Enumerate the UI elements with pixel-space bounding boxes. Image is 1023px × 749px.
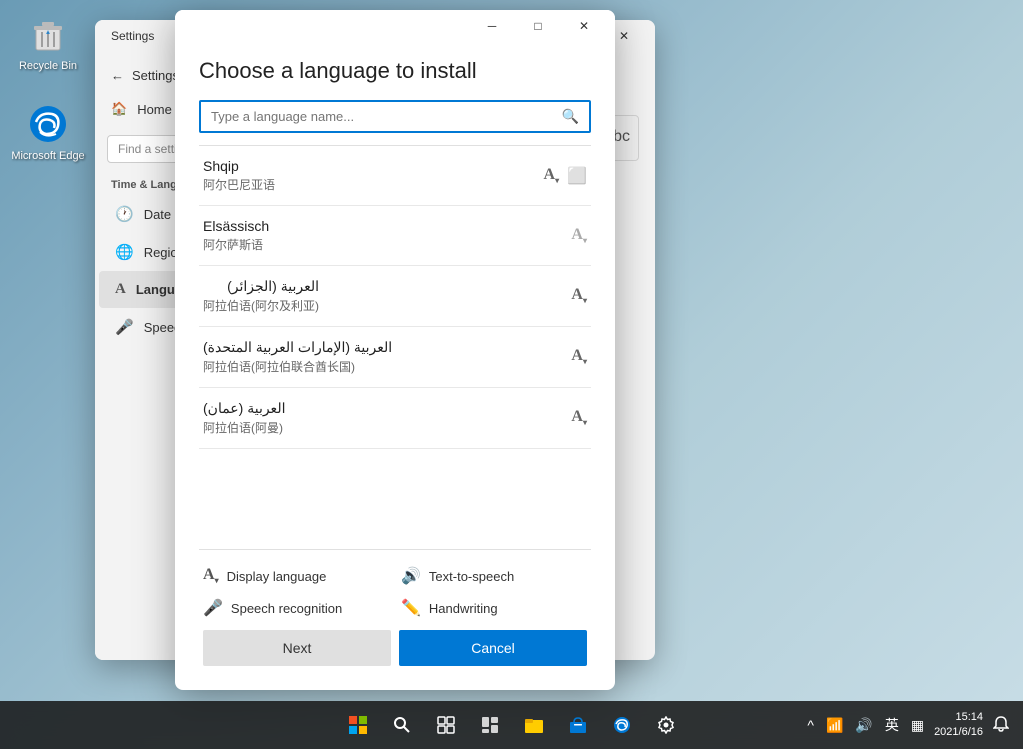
lang-indicator[interactable]: 英 [881,711,903,739]
lang-dialog-buttons: Next Cancel [199,630,591,674]
lang-item-info-elsassisch: Elsässisch 阿尔萨斯语 [203,218,269,253]
explorer-button[interactable] [514,705,554,745]
lang-close-button[interactable]: ✕ [561,10,607,42]
lang-native-arabic-algeria: 阿拉伯语(阿尔及利亚) [203,297,319,314]
lang-name-arabic-algeria: العربية (الجزائر) [203,278,319,295]
system-tray: ^ 📶 🔊 英 ▦ [803,711,928,739]
lang-item-shqip[interactable]: Shqip 阿尔巴尼亚语 A▾ ⬜ [199,146,591,206]
lang-dialog-content: Choose a language to install 🔍 Shqip 阿尔巴… [175,42,615,690]
lang-item-elsassisch[interactable]: Elsässisch 阿尔萨斯语 A▾ [199,206,591,266]
task-view-button[interactable] [426,705,466,745]
lang-icons-arabic-uae: A▾ [571,347,587,366]
time-display: 15:14 [934,710,983,725]
speech-icon: 🎤 [115,318,134,336]
taskbar: ^ 📶 🔊 英 ▦ 15:14 2021/6/16 [0,701,1023,749]
next-button[interactable]: Next [203,630,391,666]
lang-name-shqip: Shqip [203,158,275,174]
display-lang-icon-shqip: A▾ [544,166,560,186]
tts-label: Text-to-speech [429,569,514,584]
feature-display-language: A▾ Display language [203,566,389,586]
tray-expand-icon[interactable]: ^ [803,713,818,737]
taskbar-center [338,705,686,745]
lang-icons-elsassisch: A▾ [571,226,587,245]
desktop: Recycle Bin Microsoft Edge Settings ─ □ … [0,0,1023,749]
recycle-bin-icon[interactable]: Recycle Bin [8,10,88,72]
lang-name-arabic-oman: العربية (عمان) [203,400,285,417]
lang-search-box[interactable]: 🔍 [199,100,591,133]
handwriting-feature-icon: ✏️ [401,598,421,618]
back-label: Settings [132,68,179,83]
language-icon: A [115,281,126,298]
search-button[interactable] [382,705,422,745]
lang-icons-arabic-oman: A▾ [571,408,587,427]
tts-icon: 🔊 [401,566,421,586]
lang-maximize-button[interactable]: □ [515,10,561,42]
lang-name-elsassisch: Elsässisch [203,218,269,234]
lang-search-input[interactable] [211,109,562,124]
speech-recognition-label: Speech recognition [231,601,342,616]
start-button[interactable] [338,705,378,745]
feature-text-to-speech: 🔊 Text-to-speech [401,566,587,586]
lang-minimize-button[interactable]: ─ [469,10,515,42]
ime-icon[interactable]: ▦ [907,713,928,738]
feature-handwriting: ✏️ Handwriting [401,598,587,618]
display-lang-icon-arabic-algeria: A▾ [571,286,587,305]
lang-native-arabic-oman: 阿拉伯语(阿曼) [203,419,285,436]
edge-image [24,100,72,148]
language-install-dialog: ─ □ ✕ Choose a language to install 🔍 Shq… [175,10,615,690]
lang-native-elsassisch: 阿尔萨斯语 [203,236,269,253]
notification-icon[interactable] [989,712,1013,739]
edge-label: Microsoft Edge [11,150,84,162]
volume-icon[interactable]: 🔊 [851,713,876,738]
recycle-bin-image [24,10,72,58]
lang-native-arabic-uae: 阿拉伯语(阿拉伯联合酋长国) [203,358,392,375]
speech-recognition-icon: 🎤 [203,598,223,618]
taskbar-clock[interactable]: 15:14 2021/6/16 [934,710,983,741]
handwriting-icon-shqip: ⬜ [567,166,587,186]
lang-dialog-title: Choose a language to install [199,58,591,84]
lang-features-section: A▾ Display language 🔊 Text-to-speech 🎤 S… [199,549,591,630]
taskbar-right: ^ 📶 🔊 英 ▦ 15:14 2021/6/16 [803,710,1023,741]
display-lang-icon-arabic-uae: A▾ [571,347,587,366]
lang-item-info-arabic-uae: العربية (الإمارات العربية المتحدة) 阿拉伯语(… [203,339,392,375]
edge-taskbar-button[interactable] [602,705,642,745]
lang-item-info-arabic-oman: العربية (عمان) 阿拉伯语(阿曼) [203,400,285,436]
lang-item-info-shqip: Shqip 阿尔巴尼亚语 [203,158,275,193]
network-icon[interactable]: 📶 [822,713,847,738]
display-language-icon: A▾ [203,566,219,585]
home-icon: 🏠 [111,101,127,117]
lang-icons-arabic-algeria: A▾ [571,286,587,305]
lang-item-arabic-uae[interactable]: العربية (الإمارات العربية المتحدة) 阿拉伯语(… [199,327,591,388]
clock-icon: 🕐 [115,205,134,223]
lang-titlebar-buttons: ─ □ ✕ [469,10,607,42]
lang-icons-shqip: A▾ ⬜ [544,166,588,186]
cancel-button[interactable]: Cancel [399,630,587,666]
lang-native-shqip: 阿尔巴尼亚语 [203,176,275,193]
feature-speech-recognition: 🎤 Speech recognition [203,598,389,618]
lang-dialog-titlebar: ─ □ ✕ [175,10,615,42]
handwriting-label: Handwriting [429,601,498,616]
recycle-bin-label: Recycle Bin [19,60,77,72]
edge-icon[interactable]: Microsoft Edge [8,100,88,162]
lang-name-arabic-uae: العربية (الإمارات العربية المتحدة) [203,339,392,356]
settings-title: Settings [111,29,154,43]
home-label: Home [137,102,172,117]
display-lang-icon-arabic-oman: A▾ [571,408,587,427]
settings-taskbar-button[interactable] [646,705,686,745]
date-display: 2021/6/16 [934,725,983,740]
lang-item-arabic-oman[interactable]: العربية (عمان) 阿拉伯语(阿曼) A▾ [199,388,591,449]
back-icon: ← [111,68,124,83]
lang-search-icon: 🔍 [562,108,579,125]
widgets-button[interactable] [470,705,510,745]
lang-list: Shqip 阿尔巴尼亚语 A▾ ⬜ Elsässisch 阿尔萨斯语 [199,145,591,549]
display-lang-icon-elsassisch: A▾ [571,226,587,245]
store-button[interactable] [558,705,598,745]
lang-item-arabic-algeria[interactable]: العربية (الجزائر) 阿拉伯语(阿尔及利亚) A▾ [199,266,591,327]
lang-item-info-arabic-algeria: العربية (الجزائر) 阿拉伯语(阿尔及利亚) [203,278,319,314]
display-language-label: Display language [227,569,327,584]
globe-icon: 🌐 [115,243,134,261]
